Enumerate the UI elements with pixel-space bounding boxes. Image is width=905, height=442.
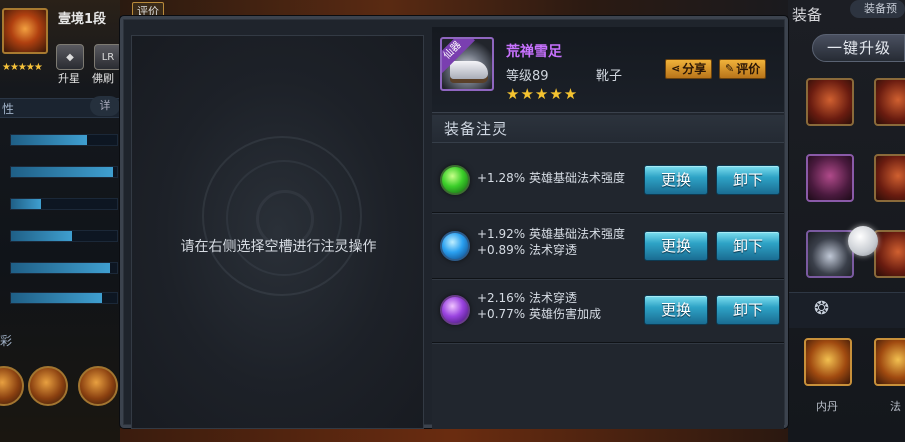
- star-up-icon[interactable]: ◆: [56, 44, 84, 70]
- item-type: 靴子: [596, 69, 623, 84]
- stat-bar: [10, 262, 118, 274]
- evaluate-button[interactable]: ✎ 评价: [719, 59, 767, 79]
- attribute-line: +0.77% 英雄伤害加成: [477, 307, 601, 321]
- boots-icon: [450, 61, 488, 79]
- blue-gem-icon[interactable]: [440, 231, 470, 261]
- stat-bar: [10, 292, 118, 304]
- remove-button[interactable]: 卸下: [716, 295, 780, 325]
- hero-stars: ★★★★★: [2, 62, 43, 73]
- replace-button[interactable]: 更换: [644, 165, 708, 195]
- skill-orb[interactable]: [28, 366, 68, 406]
- item-stars: ★★★★★: [506, 85, 579, 103]
- stat-bar-fill: [11, 135, 88, 145]
- background-bottom-strip: [120, 428, 788, 442]
- attribute-line: +2.16% 法术穿透: [477, 291, 577, 305]
- buddha-label: 佛刷: [92, 72, 114, 85]
- hero-portrait[interactable]: [2, 8, 48, 54]
- detail-button[interactable]: 详: [90, 96, 120, 116]
- stat-bar: [10, 198, 118, 210]
- bottom-tab-strip: [788, 292, 905, 328]
- remove-button[interactable]: 卸下: [716, 165, 780, 195]
- infusion-hint-text: 请在右侧选择空槽进行注灵操作: [180, 239, 377, 255]
- background-top-strip: [120, 0, 788, 16]
- equip-preview-button[interactable]: 装备预: [850, 0, 905, 18]
- share-button-label: 分享: [682, 62, 707, 76]
- equip-slot[interactable]: [874, 230, 905, 278]
- section-title: 装备注灵: [432, 115, 784, 143]
- inner-dan-slot[interactable]: [804, 338, 852, 386]
- stat-bar-fill: [11, 231, 73, 241]
- item-level: 等级89: [506, 69, 549, 84]
- spell-label: 法: [890, 400, 901, 413]
- decorative-emblem-icon: [202, 136, 362, 296]
- stat-bar-fill: [11, 199, 41, 209]
- equip-title: 装备: [792, 6, 823, 24]
- replace-button[interactable]: 更换: [644, 231, 708, 261]
- one-click-upgrade-button[interactable]: 一键升级: [812, 34, 905, 62]
- infusion-right-pane: 仙器 荒禅雪足 等级89 靴子 ★★★★★ ⋖ 分享 ✎ 评价 装备注灵 +1.…: [432, 27, 784, 429]
- skill-orb[interactable]: [78, 366, 118, 406]
- remove-button[interactable]: 卸下: [716, 231, 780, 261]
- equip-slot[interactable]: [806, 78, 854, 126]
- equip-slot[interactable]: [874, 78, 905, 126]
- purple-gem-icon[interactable]: [440, 295, 470, 325]
- attribute-line: +1.92% 英雄基础法术强度: [477, 227, 625, 241]
- green-gem-icon[interactable]: [440, 165, 470, 195]
- spell-slot[interactable]: [874, 338, 905, 386]
- stat-bar-fill: [11, 293, 103, 303]
- edit-icon: ✎: [725, 62, 735, 75]
- stat-bar: [10, 230, 118, 242]
- inner-dan-label: 内丹: [816, 400, 838, 413]
- item-name: 荒禅雪足: [506, 44, 562, 60]
- attribute-line: +0.89% 法术穿透: [477, 243, 577, 257]
- hero-rank: 壹境1段: [58, 12, 107, 27]
- replace-button[interactable]: 更换: [644, 295, 708, 325]
- stat-bar-fill: [11, 263, 110, 273]
- equip-slot-boots[interactable]: [806, 230, 854, 278]
- equip-slot[interactable]: [806, 154, 854, 202]
- infusion-slot-row: +2.16% 法术穿透 +0.77% 英雄伤害加成 更换 卸下: [432, 281, 784, 343]
- share-icon: ⋖: [671, 62, 681, 75]
- item-header: 仙器 荒禅雪足 等级89 靴子 ★★★★★ ⋖ 分享 ✎ 评价: [432, 27, 784, 113]
- infusion-slot-row: +1.28% 英雄基础法术强度 更换 卸下: [432, 151, 784, 213]
- attribute-line: +1.28% 英雄基础法术强度: [477, 171, 625, 185]
- star-up-label: 升星: [58, 72, 80, 85]
- equip-slot[interactable]: [874, 154, 905, 202]
- infusion-slot-row: +1.92% 英雄基础法术强度 +0.89% 法术穿透 更换 卸下: [432, 217, 784, 279]
- infusion-left-pane: 请在右侧选择空槽进行注灵操作: [131, 35, 424, 429]
- drag-handle-icon[interactable]: [848, 226, 878, 256]
- share-button[interactable]: ⋖ 分享: [665, 59, 713, 79]
- buddha-icon[interactable]: LR: [94, 44, 122, 70]
- left-section-label-2: 彩: [0, 334, 13, 348]
- stat-bar: [10, 166, 118, 178]
- tab-emblem-icon[interactable]: ❂: [814, 298, 829, 319]
- stat-bar-fill: [11, 167, 113, 177]
- equipment-infusion-dialog: 请在右侧选择空槽进行注灵操作 仙器 荒禅雪足 等级89 靴子 ★★★★★ ⋖ 分…: [120, 16, 788, 429]
- evaluate-button-label: 评价: [736, 62, 761, 76]
- boots-item-icon[interactable]: 仙器: [440, 37, 494, 91]
- stat-bar: [10, 134, 118, 146]
